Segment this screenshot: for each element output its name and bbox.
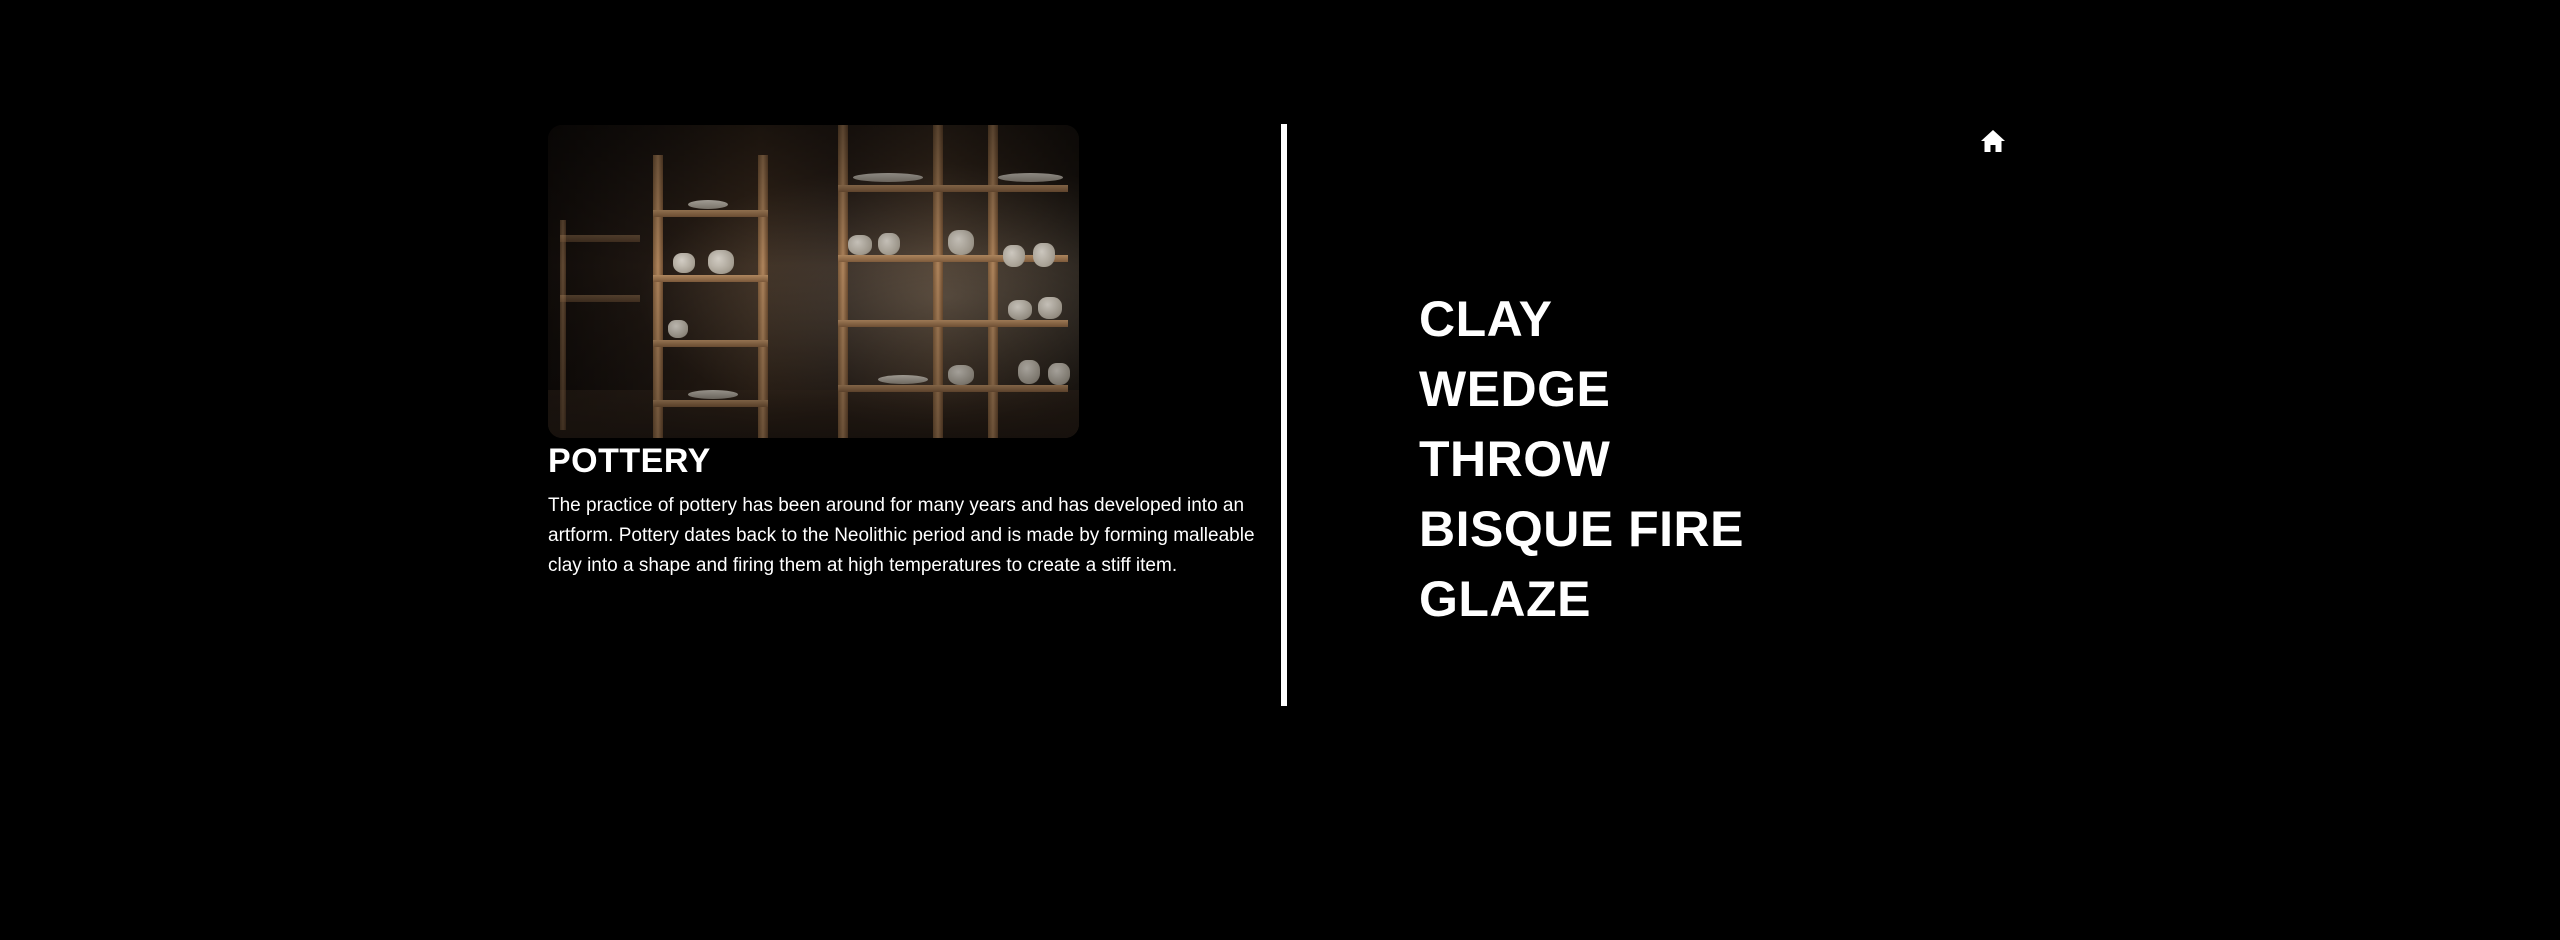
photo-shading: [548, 125, 1079, 438]
pottery-card: POTTERY The practice of pottery has been…: [548, 125, 1260, 581]
vertical-divider: [1281, 124, 1287, 706]
step-item-glaze[interactable]: GLAZE: [1419, 564, 1744, 634]
pottery-steps-list: CLAY WEDGE THROW BISQUE FIRE GLAZE: [1419, 284, 1744, 634]
home-icon-glyph: [1981, 130, 2005, 152]
step-item-clay[interactable]: CLAY: [1419, 284, 1744, 354]
page: POTTERY The practice of pottery has been…: [0, 0, 2560, 940]
step-item-throw[interactable]: THROW: [1419, 424, 1744, 494]
card-title: POTTERY: [548, 442, 711, 480]
card-description: The practice of pottery has been around …: [548, 495, 1255, 577]
step-item-wedge[interactable]: WEDGE: [1419, 354, 1744, 424]
home-icon[interactable]: [1980, 129, 2006, 153]
step-item-bisque-fire[interactable]: BISQUE FIRE: [1419, 494, 1744, 564]
pottery-studio-image: [548, 125, 1079, 438]
